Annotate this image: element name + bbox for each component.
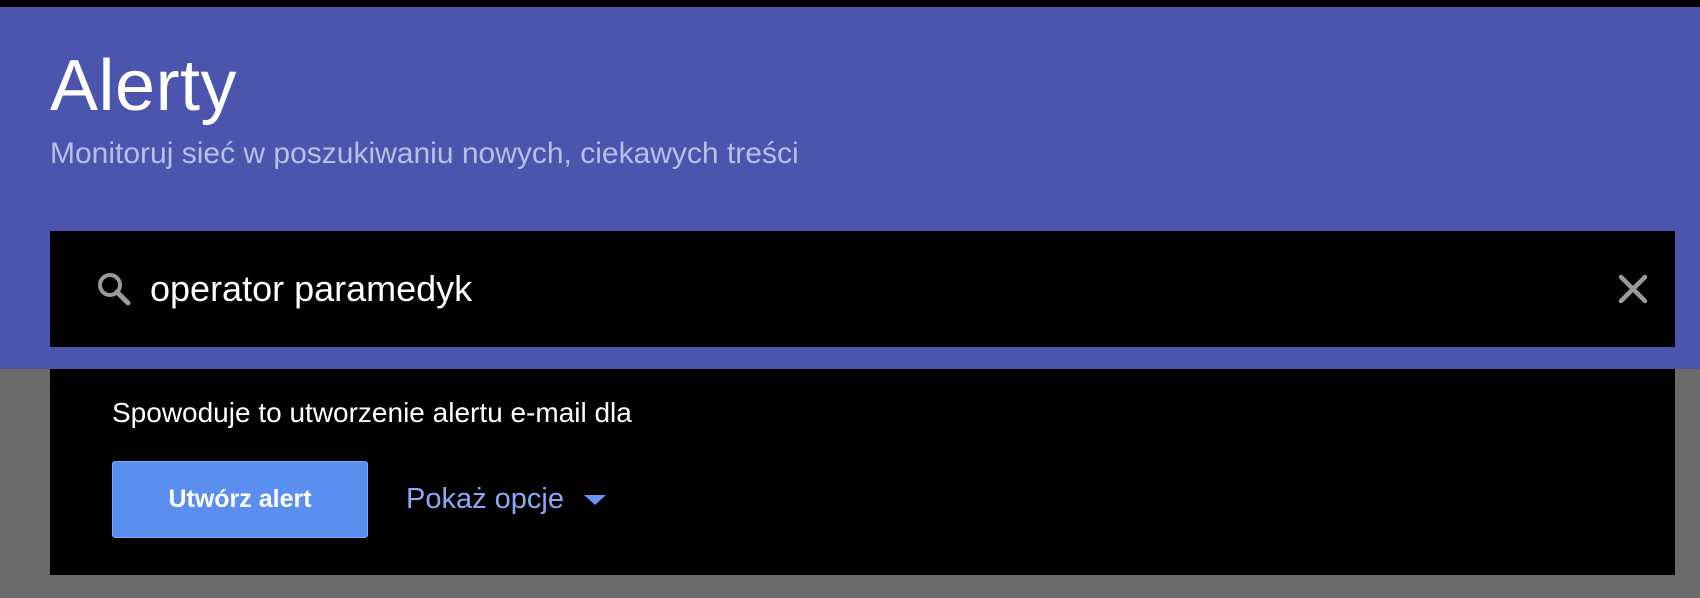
page-subtitle: Monitoruj sieć w poszukiwaniu nowych, ci…	[50, 137, 799, 170]
page-title: Alerty	[50, 46, 238, 126]
search-icon	[98, 273, 131, 306]
header: Alerty Monitoruj sieć w poszukiwaniu now…	[0, 7, 1700, 369]
show-options-link[interactable]: Pokaż opcje	[406, 461, 606, 538]
caret-down-icon	[584, 494, 606, 505]
close-icon[interactable]	[1613, 269, 1653, 309]
top-strip	[0, 0, 1700, 7]
search-bar	[50, 231, 1675, 347]
search-input[interactable]	[150, 255, 1550, 323]
create-alert-button[interactable]: Utwórz alert	[112, 461, 368, 538]
alert-description: Spowoduje to utworzenie alertu e-mail dl…	[112, 397, 632, 428]
show-options-label: Pokaż opcje	[406, 483, 564, 515]
alert-options-panel: Spowoduje to utworzenie alertu e-mail dl…	[50, 369, 1675, 575]
